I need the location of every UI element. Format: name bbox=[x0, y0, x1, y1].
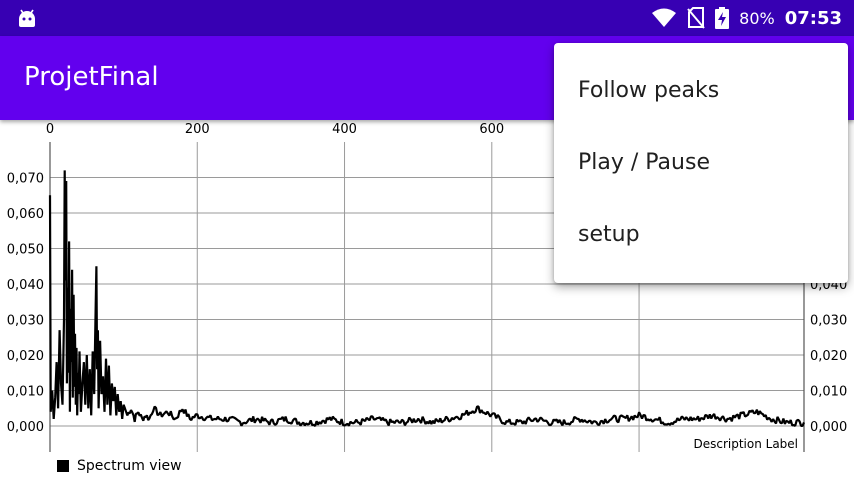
y-tick-label-right: 0,020 bbox=[810, 349, 847, 364]
status-bar: 80% 07:53 bbox=[0, 0, 854, 36]
x-tick-label: 200 bbox=[185, 122, 210, 137]
app-title: ProjetFinal bbox=[24, 62, 159, 92]
overflow-menu: Follow peaks Play / Pause setup bbox=[554, 43, 848, 283]
y-tick-label-left: 0,020 bbox=[7, 349, 44, 364]
menu-item-setup[interactable]: setup bbox=[554, 199, 848, 271]
legend-label: Spectrum view bbox=[77, 458, 182, 474]
x-tick-label: 0 bbox=[46, 122, 54, 137]
no-sim-icon bbox=[687, 7, 705, 29]
x-tick-label: 600 bbox=[479, 122, 504, 137]
y-tick-label-right: 0,010 bbox=[810, 385, 847, 400]
y-tick-label-left: 0,070 bbox=[7, 172, 44, 187]
y-tick-label-right: 0,000 bbox=[810, 420, 847, 435]
x-tick-label: 400 bbox=[332, 122, 357, 137]
menu-item-follow-peaks[interactable]: Follow peaks bbox=[554, 55, 848, 127]
y-tick-label-left: 0,060 bbox=[7, 207, 44, 222]
clock: 07:53 bbox=[784, 7, 842, 29]
legend-swatch bbox=[57, 460, 69, 472]
wifi-icon bbox=[652, 8, 677, 27]
android-icon bbox=[19, 9, 35, 27]
y-tick-label-left: 0,030 bbox=[7, 314, 44, 329]
legend: Spectrum view bbox=[57, 457, 182, 475]
description-label: Description Label bbox=[693, 437, 798, 451]
battery-charging-icon bbox=[715, 7, 730, 29]
y-tick-label-left: 0,050 bbox=[7, 243, 44, 258]
y-tick-label-left: 0,010 bbox=[7, 385, 44, 400]
battery-percent: 80% bbox=[739, 8, 775, 28]
y-tick-label-left: 0,040 bbox=[7, 278, 44, 293]
y-tick-label-left: 0,000 bbox=[7, 420, 44, 435]
y-tick-label-right: 0,030 bbox=[810, 314, 847, 329]
menu-item-play-pause[interactable]: Play / Pause bbox=[554, 127, 848, 199]
